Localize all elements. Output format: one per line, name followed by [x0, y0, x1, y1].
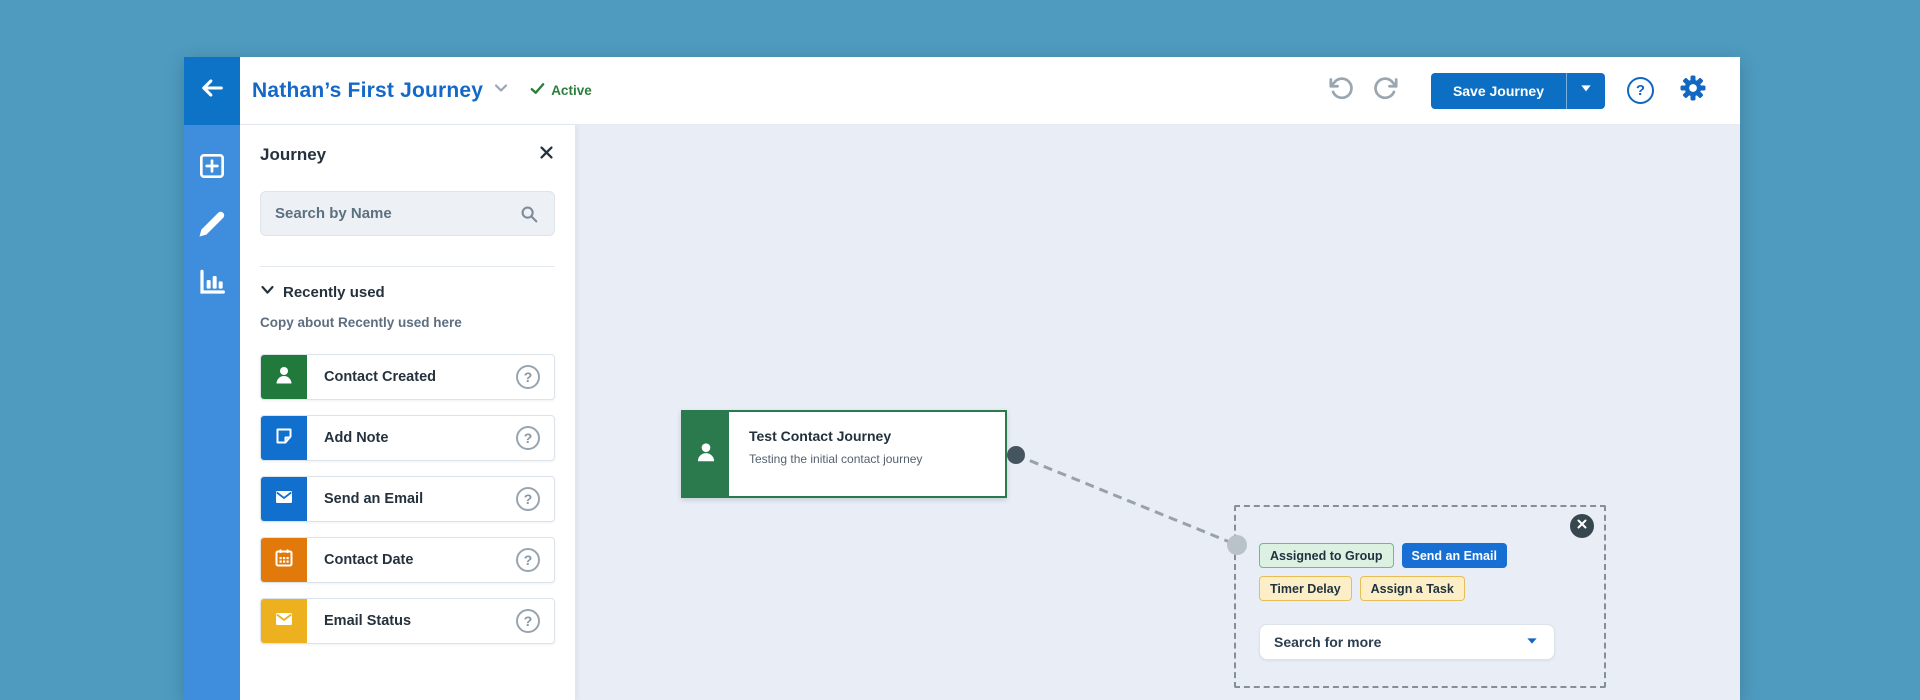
redo-icon [1372, 75, 1399, 107]
status-label: Active [551, 83, 592, 98]
save-split-button: Save Journey [1431, 73, 1605, 109]
help-icon[interactable]: ? [516, 609, 540, 633]
action-card-label: Email Status [324, 613, 516, 629]
action-card-label: Contact Date [324, 552, 516, 568]
chevron-down-icon [260, 282, 275, 302]
next-step-picker: Assigned to Group Send an Email Timer De… [1234, 505, 1606, 688]
panel-close-button[interactable] [537, 146, 555, 164]
chevron-down-icon [491, 78, 511, 103]
contact-icon [693, 439, 719, 470]
picker-close-button[interactable] [1570, 514, 1594, 538]
sidebar-item-reports[interactable] [195, 267, 229, 301]
caret-down-icon [1524, 633, 1540, 652]
close-icon [538, 144, 555, 166]
action-card-contact-date[interactable]: Contact Date ? [260, 537, 555, 583]
node-title: Test Contact Journey [749, 428, 922, 444]
node-output-port[interactable] [1007, 446, 1025, 464]
picker-input-port[interactable] [1227, 535, 1247, 555]
chip-assigned-to-group[interactable]: Assigned to Group [1259, 543, 1394, 568]
note-icon [272, 424, 296, 453]
recently-used-toggle[interactable]: Recently used [260, 282, 555, 302]
close-icon [1576, 517, 1588, 535]
arrow-left-icon [198, 74, 226, 107]
panel-search [260, 191, 555, 236]
action-card-list: Contact Created ? Add Note ? Send an Ema… [260, 354, 555, 644]
action-card-label: Send an Email [324, 491, 516, 507]
question-icon: ? [1636, 82, 1645, 99]
search-input[interactable] [275, 205, 518, 222]
help-icon[interactable]: ? [516, 548, 540, 572]
chip-send-an-email[interactable]: Send an Email [1402, 543, 1507, 568]
chip-assign-a-task[interactable]: Assign a Task [1360, 576, 1465, 601]
contact-icon [272, 363, 296, 392]
help-button[interactable]: ? [1627, 77, 1654, 104]
action-card-add-note[interactable]: Add Note ? [260, 415, 555, 461]
sidebar-item-edit[interactable] [195, 209, 229, 243]
help-icon[interactable]: ? [516, 426, 540, 450]
action-card-send-email[interactable]: Send an Email ? [260, 476, 555, 522]
panel-title: Journey [260, 145, 326, 165]
chip-timer-delay[interactable]: Timer Delay [1259, 576, 1352, 601]
settings-button[interactable] [1678, 76, 1708, 106]
header-bar: Nathan’s First Journey Active Save Journ… [184, 57, 1740, 125]
search-for-more-dropdown[interactable]: Search for more [1259, 624, 1555, 660]
journey-canvas[interactable]: Test Contact Journey Testing the initial… [576, 125, 1740, 700]
action-card-email-status[interactable]: Email Status ? [260, 598, 555, 644]
dropdown-label: Search for more [1274, 634, 1381, 650]
recently-used-label: Recently used [283, 284, 385, 301]
app-window: Nathan’s First Journey Active Save Journ… [184, 57, 1740, 700]
save-journey-button[interactable]: Save Journey [1431, 73, 1567, 109]
redo-button[interactable] [1371, 76, 1401, 106]
undo-icon [1328, 75, 1355, 107]
title-dropdown-button[interactable] [491, 78, 511, 103]
envelope-icon [272, 607, 296, 636]
recently-used-description: Copy about Recently used here [260, 315, 555, 330]
action-card-contact-created[interactable]: Contact Created ? [260, 354, 555, 400]
save-options-button[interactable] [1567, 73, 1605, 109]
envelope-icon [272, 485, 296, 514]
edit-icon [197, 209, 227, 244]
journey-panel: Journey Recently used [240, 125, 576, 700]
gear-icon [1678, 73, 1708, 108]
reports-icon [196, 266, 228, 303]
journey-title: Nathan’s First Journey [252, 79, 483, 103]
left-icon-rail [184, 125, 240, 700]
action-card-label: Contact Created [324, 369, 516, 385]
action-card-label: Add Note [324, 430, 516, 446]
help-icon[interactable]: ? [516, 487, 540, 511]
add-node-icon [196, 150, 228, 187]
help-icon[interactable]: ? [516, 365, 540, 389]
search-icon[interactable] [518, 203, 540, 225]
check-icon [529, 80, 546, 102]
caret-down-icon [1578, 80, 1594, 101]
panel-divider [260, 266, 555, 267]
node-subtitle: Testing the initial contact journey [749, 452, 922, 466]
sidebar-item-add-node[interactable] [195, 151, 229, 185]
calendar-icon [272, 546, 296, 575]
undo-button[interactable] [1327, 76, 1357, 106]
back-button[interactable] [184, 57, 240, 125]
node-test-contact-journey[interactable]: Test Contact Journey Testing the initial… [681, 410, 1007, 498]
status-badge: Active [529, 80, 592, 102]
picker-chip-list: Assigned to Group Send an Email Timer De… [1259, 543, 1582, 601]
